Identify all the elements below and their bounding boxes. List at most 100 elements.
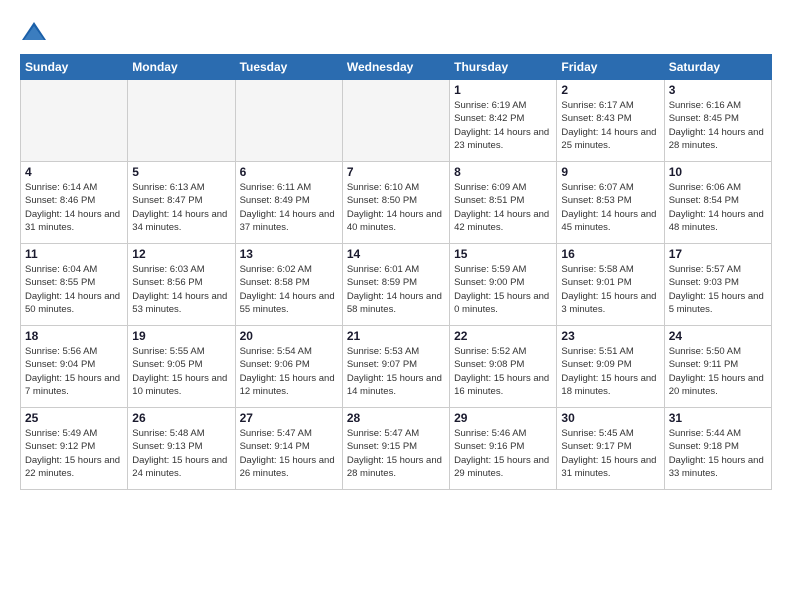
calendar-cell: 7Sunrise: 6:10 AMSunset: 8:50 PMDaylight…: [342, 162, 449, 244]
day-info: Sunrise: 6:03 AMSunset: 8:56 PMDaylight:…: [132, 263, 230, 316]
calendar-cell: 26 Sunrise: 5:48 AMSunset: 9:13 PMDayligh…: [128, 408, 235, 490]
day-number: 29: [454, 411, 552, 425]
day-number: 17: [669, 247, 767, 261]
day-info: Sunrise: 5:47 AMSunset: 9:15 PMDaylight:…: [347, 427, 445, 480]
day-number: 18: [25, 329, 123, 343]
day-info: Sunrise: 6:02 AMSunset: 8:58 PMDaylight:…: [240, 263, 338, 316]
day-info: Sunrise: 5:56 AMSunset: 9:04 PMDaylight:…: [25, 345, 123, 398]
day-number: 5: [132, 165, 230, 179]
calendar-header-sunday: Sunday: [21, 55, 128, 80]
calendar-cell: 22 Sunrise: 5:52 AMSunset: 9:08 PMDayligh…: [450, 326, 557, 408]
calendar-header-tuesday: Tuesday: [235, 55, 342, 80]
calendar-cell: 10 Sunrise: 6:06 AMSunset: 8:54 PMDayligh…: [664, 162, 771, 244]
day-info: Sunrise: 6:07 AMSunset: 8:53 PMDaylight:…: [561, 181, 659, 234]
calendar-cell: 2Sunrise: 6:17 AMSunset: 8:43 PMDaylight…: [557, 80, 664, 162]
calendar-cell: 12 Sunrise: 6:03 AMSunset: 8:56 PMDayligh…: [128, 244, 235, 326]
day-number: 6: [240, 165, 338, 179]
calendar-cell: 24 Sunrise: 5:50 AMSunset: 9:11 PMDayligh…: [664, 326, 771, 408]
calendar-cell: 30Sunrise: 5:45 AMSunset: 9:17 PMDayligh…: [557, 408, 664, 490]
day-info: Sunrise: 5:59 AMSunset: 9:00 PMDaylight:…: [454, 263, 552, 316]
calendar-cell: [128, 80, 235, 162]
day-number: 9: [561, 165, 659, 179]
day-info: Sunrise: 6:04 AMSunset: 8:55 PMDaylight:…: [25, 263, 123, 316]
calendar-cell: 8Sunrise: 6:09 AMSunset: 8:51 PMDaylight…: [450, 162, 557, 244]
day-info: Sunrise: 5:55 AMSunset: 9:05 PMDaylight:…: [132, 345, 230, 398]
day-number: 26: [132, 411, 230, 425]
logo: [20, 18, 52, 46]
calendar-cell: 9 Sunrise: 6:07 AMSunset: 8:53 PMDaylight…: [557, 162, 664, 244]
calendar-cell: 16 Sunrise: 5:58 AMSunset: 9:01 PMDayligh…: [557, 244, 664, 326]
calendar-cell: 25Sunrise: 5:49 AMSunset: 9:12 PMDayligh…: [21, 408, 128, 490]
header: [20, 18, 772, 46]
calendar-week-5: 25Sunrise: 5:49 AMSunset: 9:12 PMDayligh…: [21, 408, 772, 490]
day-info: Sunrise: 6:19 AMSunset: 8:42 PMDaylight:…: [454, 99, 552, 152]
calendar-cell: 5 Sunrise: 6:13 AMSunset: 8:47 PMDaylight…: [128, 162, 235, 244]
day-number: 19: [132, 329, 230, 343]
calendar-cell: 17 Sunrise: 5:57 AMSunset: 9:03 PMDayligh…: [664, 244, 771, 326]
day-info: Sunrise: 5:58 AMSunset: 9:01 PMDaylight:…: [561, 263, 659, 316]
calendar-cell: 27Sunrise: 5:47 AMSunset: 9:14 PMDayligh…: [235, 408, 342, 490]
calendar-cell: 6 Sunrise: 6:11 AMSunset: 8:49 PMDaylight…: [235, 162, 342, 244]
day-info: Sunrise: 5:47 AMSunset: 9:14 PMDaylight:…: [240, 427, 338, 480]
day-number: 13: [240, 247, 338, 261]
calendar-cell: 13 Sunrise: 6:02 AMSunset: 8:58 PMDayligh…: [235, 244, 342, 326]
day-number: 12: [132, 247, 230, 261]
day-info: Sunrise: 5:48 AMSunset: 9:13 PMDaylight:…: [132, 427, 230, 480]
calendar-cell: 21Sunrise: 5:53 AMSunset: 9:07 PMDayligh…: [342, 326, 449, 408]
day-number: 11: [25, 247, 123, 261]
calendar-header-thursday: Thursday: [450, 55, 557, 80]
day-info: Sunrise: 6:10 AMSunset: 8:50 PMDaylight:…: [347, 181, 445, 234]
day-number: 20: [240, 329, 338, 343]
calendar-week-1: 1 Sunrise: 6:19 AMSunset: 8:42 PMDaylight…: [21, 80, 772, 162]
day-number: 16: [561, 247, 659, 261]
day-number: 3: [669, 83, 767, 97]
day-info: Sunrise: 6:14 AMSunset: 8:46 PMDaylight:…: [25, 181, 123, 234]
day-number: 1: [454, 83, 552, 97]
calendar-header-friday: Friday: [557, 55, 664, 80]
day-info: Sunrise: 6:13 AMSunset: 8:47 PMDaylight:…: [132, 181, 230, 234]
calendar-cell: 19 Sunrise: 5:55 AMSunset: 9:05 PMDayligh…: [128, 326, 235, 408]
day-number: 8: [454, 165, 552, 179]
day-info: Sunrise: 6:11 AMSunset: 8:49 PMDaylight:…: [240, 181, 338, 234]
day-info: Sunrise: 5:50 AMSunset: 9:11 PMDaylight:…: [669, 345, 767, 398]
day-info: Sunrise: 6:16 AMSunset: 8:45 PMDaylight:…: [669, 99, 767, 152]
calendar-header-saturday: Saturday: [664, 55, 771, 80]
calendar-header-monday: Monday: [128, 55, 235, 80]
day-number: 30: [561, 411, 659, 425]
day-info: Sunrise: 6:01 AMSunset: 8:59 PMDaylight:…: [347, 263, 445, 316]
calendar-week-4: 18 Sunrise: 5:56 AMSunset: 9:04 PMDayligh…: [21, 326, 772, 408]
calendar-cell: 14 Sunrise: 6:01 AMSunset: 8:59 PMDayligh…: [342, 244, 449, 326]
calendar-cell: 4 Sunrise: 6:14 AMSunset: 8:46 PMDaylight…: [21, 162, 128, 244]
day-number: 2: [561, 83, 659, 97]
day-info: Sunrise: 5:54 AMSunset: 9:06 PMDaylight:…: [240, 345, 338, 398]
day-info: Sunrise: 5:57 AMSunset: 9:03 PMDaylight:…: [669, 263, 767, 316]
calendar-cell: 20 Sunrise: 5:54 AMSunset: 9:06 PMDayligh…: [235, 326, 342, 408]
calendar-header-wednesday: Wednesday: [342, 55, 449, 80]
day-info: Sunrise: 5:46 AMSunset: 9:16 PMDaylight:…: [454, 427, 552, 480]
calendar-cell: 18 Sunrise: 5:56 AMSunset: 9:04 PMDayligh…: [21, 326, 128, 408]
calendar-cell: 3 Sunrise: 6:16 AMSunset: 8:45 PMDaylight…: [664, 80, 771, 162]
calendar-cell: 28 Sunrise: 5:47 AMSunset: 9:15 PMDayligh…: [342, 408, 449, 490]
day-number: 10: [669, 165, 767, 179]
day-number: 28: [347, 411, 445, 425]
day-number: 25: [25, 411, 123, 425]
calendar-cell: 29 Sunrise: 5:46 AMSunset: 9:16 PMDayligh…: [450, 408, 557, 490]
day-number: 31: [669, 411, 767, 425]
day-info: Sunrise: 6:06 AMSunset: 8:54 PMDaylight:…: [669, 181, 767, 234]
calendar-table: SundayMondayTuesdayWednesdayThursdayFrid…: [20, 54, 772, 490]
day-number: 14: [347, 247, 445, 261]
day-number: 15: [454, 247, 552, 261]
calendar-cell: 23 Sunrise: 5:51 AMSunset: 9:09 PMDayligh…: [557, 326, 664, 408]
calendar-cell: [235, 80, 342, 162]
day-number: 4: [25, 165, 123, 179]
day-info: Sunrise: 5:51 AMSunset: 9:09 PMDaylight:…: [561, 345, 659, 398]
day-number: 23: [561, 329, 659, 343]
calendar-cell: 1 Sunrise: 6:19 AMSunset: 8:42 PMDaylight…: [450, 80, 557, 162]
page: SundayMondayTuesdayWednesdayThursdayFrid…: [0, 0, 792, 612]
day-info: Sunrise: 5:52 AMSunset: 9:08 PMDaylight:…: [454, 345, 552, 398]
day-number: 22: [454, 329, 552, 343]
day-info: Sunrise: 5:53 AMSunset: 9:07 PMDaylight:…: [347, 345, 445, 398]
day-number: 24: [669, 329, 767, 343]
calendar-cell: 15 Sunrise: 5:59 AMSunset: 9:00 PMDayligh…: [450, 244, 557, 326]
calendar-week-2: 4 Sunrise: 6:14 AMSunset: 8:46 PMDaylight…: [21, 162, 772, 244]
